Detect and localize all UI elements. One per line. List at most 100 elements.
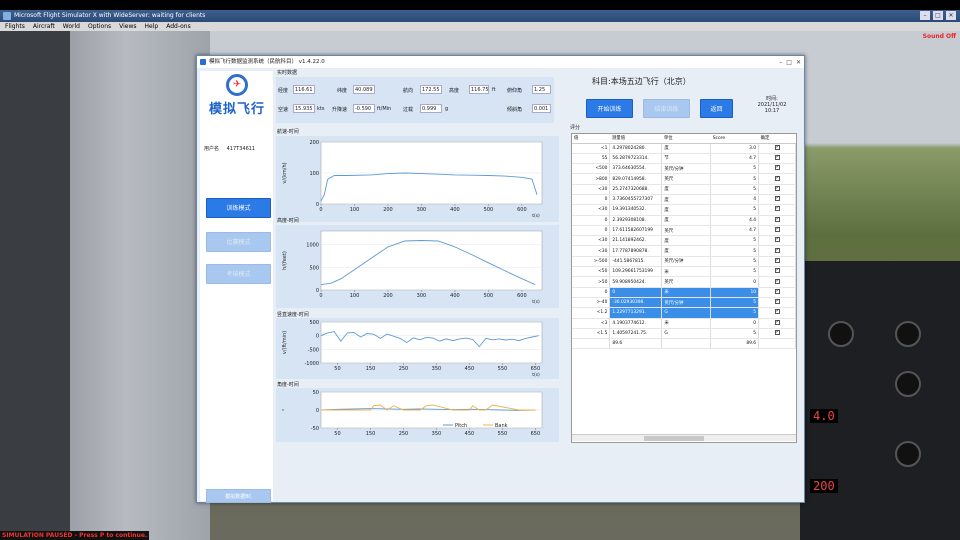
menu-help[interactable]: Help xyxy=(145,22,159,31)
confirm-checkbox[interactable] xyxy=(774,319,780,325)
x-tick-label: 350 xyxy=(432,366,442,372)
minimize-icon[interactable]: – xyxy=(920,11,930,20)
altitude-unit: ft xyxy=(492,87,496,93)
cell-unit: 度 xyxy=(661,245,712,257)
y-tick-label: -1000 xyxy=(304,361,319,367)
cell-confirm xyxy=(758,215,796,226)
confirm-checkbox[interactable] xyxy=(774,236,780,243)
table-row[interactable]: 55 56.2879723314. 节 4.7 xyxy=(572,153,796,165)
table-row[interactable]: <1.2 1.2297713291. G 5 xyxy=(572,307,796,319)
end-training-button[interactable]: 结束训练 xyxy=(643,99,690,118)
realtime-panel: 经度 116.61 纬度 40.089 航向 172.55 高度 116.75 … xyxy=(276,77,554,123)
confirm-checkbox[interactable] xyxy=(774,308,780,315)
menu-options[interactable]: Options xyxy=(88,22,111,31)
table-row[interactable]: <1.5 1.40597241.75. G 5 xyxy=(572,328,796,340)
cell-score: 5 xyxy=(710,163,760,175)
table-row[interactable]: >-500 -441.5867815. 英尺/分钟 5 xyxy=(572,256,796,268)
confirm-checkbox[interactable] xyxy=(774,278,780,284)
col-unit: 单位 xyxy=(661,134,711,144)
table-row[interactable]: <30 17.7787890878. 度 5 xyxy=(572,245,796,257)
cell-unit: 度 xyxy=(661,215,712,226)
table-row[interactable]: >50 59.908950424. 英尺 0 xyxy=(572,276,796,288)
x-axis-unit: t(s) xyxy=(532,372,540,378)
chart-title: 竖直速度-时间 xyxy=(277,312,309,318)
cell-unit: 度 xyxy=(661,184,712,195)
menu-flights[interactable]: Flights xyxy=(5,22,25,31)
confirm-checkbox[interactable] xyxy=(774,195,780,202)
close-icon[interactable]: ✕ xyxy=(946,11,956,20)
nav-data-button[interactable]: 模拟数据BC xyxy=(206,489,271,503)
cell-threshold: <30 xyxy=(572,184,611,195)
table-row[interactable]: <30 19.391340532. 度 5 xyxy=(572,204,796,216)
gauge-icon xyxy=(895,441,921,467)
table-row[interactable]: <30 21.141892462. 度 5 xyxy=(572,235,796,247)
table-row[interactable]: <500 373.64630554. 英尺/分钟 5 xyxy=(572,163,796,175)
confirm-checkbox[interactable] xyxy=(774,175,780,181)
x-tick-label: 450 xyxy=(465,431,475,437)
cell-threshold: <30 xyxy=(572,204,611,216)
confirm-checkbox[interactable] xyxy=(774,144,780,150)
table-row[interactable]: >-40 -36.02930398. 英尺/分钟 5 xyxy=(572,297,796,309)
table-row[interactable]: 89.6 89.6 xyxy=(572,338,796,350)
scroll-thumb[interactable] xyxy=(644,436,704,441)
table-row[interactable]: 0 2.3929308108. 度 4.4 xyxy=(572,215,796,226)
maximize-icon[interactable]: □ xyxy=(786,57,792,69)
back-button[interactable]: 返回 xyxy=(700,99,733,118)
cell-score: 5 xyxy=(710,266,760,278)
table-hscrollbar[interactable] xyxy=(572,434,796,441)
cell-measured: 4.1903774612. xyxy=(609,318,663,329)
confirm-checkbox[interactable] xyxy=(774,267,780,274)
menu-world[interactable]: World xyxy=(63,22,80,31)
cell-unit: 英尺/分钟 xyxy=(661,163,712,175)
vspeed-label: 升降速 xyxy=(332,107,348,113)
cell-measured: 25.2747320688. xyxy=(609,184,663,195)
logo-icon: ✈ xyxy=(226,74,248,96)
confirm-checkbox[interactable] xyxy=(774,216,780,222)
col-threshold: 值 xyxy=(572,134,610,144)
vspeed-chart: 500 0 -500 -1000 50 150 250 350 450 550 650 t(s) v/(… xyxy=(276,318,559,379)
angle-chart-svg: 50 0 -50 50 150 250 350 450 550 650 ° Pitch Bank xyxy=(282,390,543,437)
menu-views[interactable]: Views xyxy=(119,22,136,31)
start-training-button[interactable]: 开始训练 xyxy=(586,99,633,118)
led-readout: 200 xyxy=(810,479,838,493)
confirm-checkbox[interactable] xyxy=(774,247,780,253)
menu-aircraft[interactable]: Aircraft xyxy=(33,22,55,31)
nav-training-mode[interactable]: 训练模式 xyxy=(206,198,271,218)
table-row[interactable]: 0 0 米 10 xyxy=(572,287,796,298)
table-row[interactable]: <50 109.29661753199 米 5 xyxy=(572,266,796,278)
nav-exam-mode[interactable]: 考核模式 xyxy=(206,264,271,284)
cell-measured: 373.64630554. xyxy=(609,163,663,175)
nav-competition-mode[interactable]: 比赛模式 xyxy=(206,232,271,252)
maximize-icon[interactable]: □ xyxy=(933,11,943,20)
confirm-checkbox[interactable] xyxy=(774,329,780,335)
table-row[interactable]: <1 4.2978024280. 度 3.0 xyxy=(572,143,796,154)
confirm-checkbox[interactable] xyxy=(774,185,780,191)
confirm-checkbox[interactable] xyxy=(774,226,780,233)
table-row[interactable]: <30 25.2747320688. 度 5 xyxy=(572,184,796,195)
close-icon[interactable]: ✕ xyxy=(796,57,801,69)
time-value: 2021/11/02 10:17 xyxy=(757,102,787,114)
cell-confirm xyxy=(758,287,796,298)
table-row[interactable]: 0 17.611582607199 英尺 4.7 xyxy=(572,225,796,237)
heading-value: 172.55 xyxy=(420,85,442,94)
score-table: 值 测量值 单位 Score 确定 <14.2978024280.度3.0555… xyxy=(571,133,797,443)
table-row[interactable]: >800 829.07414958. 英尺 5 xyxy=(572,173,796,185)
cell-score: 0 xyxy=(710,318,760,329)
cell-score: 5 xyxy=(710,297,760,309)
x-tick-label: 650 xyxy=(531,431,541,437)
cell-measured: 17.611582607199 xyxy=(609,225,663,237)
table-row[interactable]: <3 4.1903774612. 米 0 xyxy=(572,318,796,329)
user-id: 417T34611 xyxy=(226,146,256,152)
x-tick-label: 150 xyxy=(366,431,376,437)
confirm-checkbox[interactable] xyxy=(774,164,780,171)
minimize-icon[interactable]: – xyxy=(779,57,782,69)
confirm-checkbox[interactable] xyxy=(774,205,780,212)
confirm-checkbox[interactable] xyxy=(774,288,780,294)
confirm-checkbox[interactable] xyxy=(774,298,780,305)
confirm-checkbox[interactable] xyxy=(774,154,780,160)
y-axis-label: h/(feet) xyxy=(282,251,288,270)
table-row[interactable]: 0 3.7360455727307 度 4 xyxy=(572,194,796,206)
cell-threshold: 0 xyxy=(572,215,611,226)
confirm-checkbox[interactable] xyxy=(774,257,780,263)
menu-addons[interactable]: Add-ons xyxy=(166,22,191,31)
